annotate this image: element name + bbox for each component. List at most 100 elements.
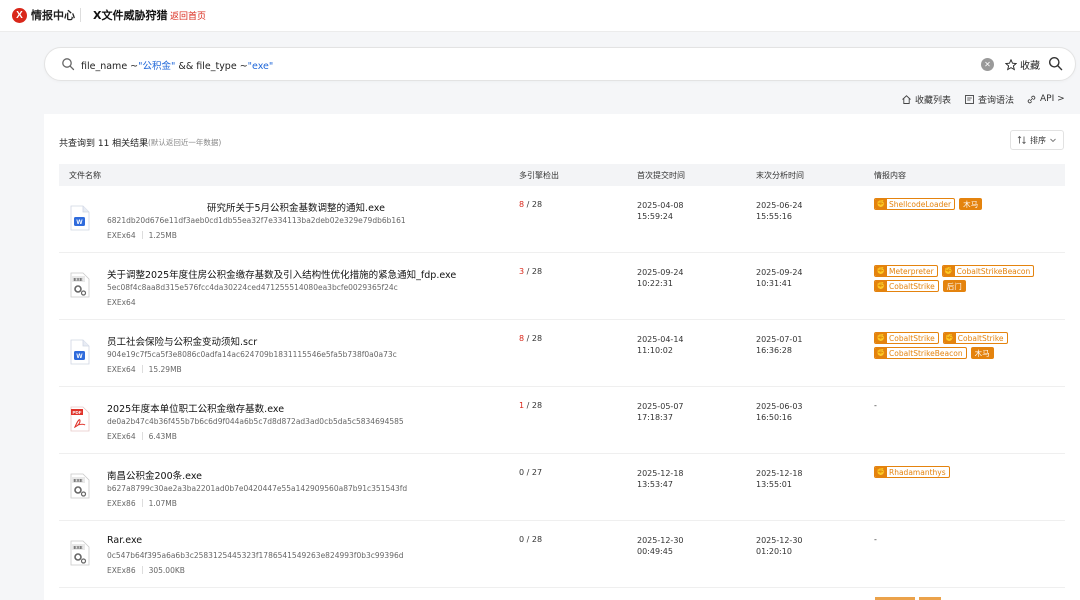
- back-home-link[interactable]: 返回首页: [170, 9, 206, 22]
- svg-text:EXE: EXE: [73, 277, 82, 282]
- exe-file-icon: EXE: [69, 540, 91, 566]
- table-row[interactable]: EXE 关于调整2025年度住房公积金缴存基数及引入结构性优化措施的紧急通知_fd…: [59, 253, 1065, 320]
- file-name[interactable]: 员工社会保险与公积金变动须知.scr: [107, 334, 257, 348]
- search-icon: [62, 58, 75, 71]
- file-hash[interactable]: 0c547b64f395a6a6b3c2583125445323f1786541…: [107, 551, 404, 560]
- intel-tag[interactable]: 后门: [942, 280, 966, 292]
- intel-tag-label: CobaltStrikeBeacon: [889, 348, 963, 358]
- intel-tag[interactable]: 木马: [970, 347, 994, 359]
- file-hash[interactable]: 904e19c7f5ca5f3e8086c0adfa14ac624709b183…: [107, 350, 397, 359]
- intel-tag[interactable]: ✊ CobaltStrike: [874, 332, 939, 344]
- engine-detection: 1 / 28: [519, 401, 542, 410]
- intel-empty: -: [874, 535, 877, 544]
- file-name[interactable]: 南昌公积金200条.exe: [107, 468, 202, 482]
- exe-file-icon: EXE: [69, 473, 91, 499]
- page-title: X文件威胁狩猎: [93, 9, 168, 22]
- favorite-button[interactable]: 收藏: [1005, 57, 1040, 72]
- intel-tag[interactable]: 木马: [959, 198, 983, 210]
- intel-tags: ✊ ShellcodeLoader 木马: [874, 198, 1064, 210]
- engine-hits: 8: [519, 334, 525, 343]
- search-query-text[interactable]: file_name ~"公积金" && file_type ~"exe": [81, 58, 273, 72]
- search-submit-icon[interactable]: [1048, 56, 1063, 71]
- first-submit-clock: 17:18:37: [637, 413, 673, 422]
- intel-tag[interactable]: ✊ CobaltStrike: [942, 332, 1008, 344]
- result-note: (默认返回近一年数据): [148, 138, 222, 147]
- intel-tag[interactable]: ✊ ShellcodeLoader: [874, 198, 956, 210]
- clear-search-icon[interactable]: ✕: [981, 58, 994, 71]
- table-row[interactable]: EXE 南昌公积金200条.exe b627a8799c30ae2a3ba2201a…: [59, 454, 1065, 521]
- query-value: "exe": [247, 61, 274, 72]
- intel-tag-label: ShellcodeLoader: [889, 199, 952, 209]
- file-arch: EXEx86: [107, 499, 136, 508]
- file-meta: EXEx86 305.00KB: [107, 566, 185, 575]
- intel-tag-label: Rhadamanthys: [889, 467, 946, 477]
- file-hash[interactable]: 6821db20d676e11df3aeb0cd1db55ea32f7e3341…: [107, 216, 406, 225]
- last-analysis-date: 2025-12-30: [756, 536, 803, 545]
- api-label: API >: [1040, 94, 1065, 104]
- first-submit-clock: 10:22:31: [637, 279, 673, 288]
- last-analysis-time: 2025-06-24 15:55:16: [756, 200, 803, 222]
- engine-total: / 28: [526, 334, 543, 343]
- file-hash[interactable]: 5ec08f4c8aa8d315e576fcc4da30224ced471255…: [107, 283, 398, 292]
- svg-text:PDF: PDF: [73, 410, 82, 415]
- intel-tag-label: CobaltStrike: [889, 333, 935, 343]
- last-analysis-clock: 13:55:01: [756, 480, 792, 489]
- fist-icon: ✊: [875, 281, 887, 291]
- engine-total: / 28: [526, 200, 543, 209]
- file-hash[interactable]: b627a8799c30ae2a3ba2201ad0b7e0420447e55a…: [107, 484, 407, 493]
- last-analysis-date: 2025-06-24: [756, 201, 803, 210]
- column-last-analysis: 末次分析时间: [756, 171, 804, 180]
- file-hash[interactable]: de0a2b47c4b36f455b7b6c6d9f044a6b5c7d8d87…: [107, 417, 404, 426]
- word-file-icon: W: [69, 205, 91, 231]
- table-row[interactable]: W 研究所关于5月公积金基数调整的通知.exe 6821db20d676e11df3…: [59, 186, 1065, 253]
- intel-tag[interactable]: ✊ Meterpreter: [874, 265, 938, 277]
- intel-tag-label: Meterpreter: [889, 266, 934, 276]
- engine-hits: 8: [519, 200, 525, 209]
- table-row[interactable]: EXE Rar.exe 0c547b64f395a6a6b3c25831254453…: [59, 521, 1065, 588]
- engine-detection: 8 / 28: [519, 200, 542, 209]
- first-submit-time: 2025-04-14 11:10:02: [637, 334, 684, 356]
- svg-text:W: W: [76, 353, 83, 360]
- intel-tag[interactable]: ✊ CobaltStrike: [874, 280, 939, 292]
- search-bar[interactable]: file_name ~"公积金" && file_type ~"exe" ✕ 收…: [44, 47, 1076, 81]
- favorites-list-link[interactable]: 收藏列表: [901, 92, 951, 106]
- engine-detection: 0 / 27: [519, 468, 542, 477]
- first-submit-time: 2025-09-24 10:22:31: [637, 267, 684, 289]
- first-submit-date: 2025-12-30: [637, 536, 684, 545]
- file-size: 6.43MB: [148, 432, 177, 441]
- file-size: 305.00KB: [148, 566, 185, 575]
- exe-file-icon: EXE: [69, 272, 91, 298]
- file-name[interactable]: Rar.exe: [107, 535, 142, 546]
- last-analysis-time: 2025-12-30 01:20:10: [756, 535, 803, 557]
- intel-tag[interactable]: ✊ CobaltStrikeBeacon: [874, 347, 967, 359]
- table-row[interactable]: W 员工社会保险与公积金变动须知.scr 904e19c7f5ca5f3e8086c…: [59, 320, 1065, 387]
- first-submit-clock: 13:53:47: [637, 480, 673, 489]
- sort-dropdown[interactable]: 排序: [1010, 130, 1064, 150]
- last-analysis-time: 2025-06-03 16:50:16: [756, 401, 803, 423]
- brand-logo[interactable]: X 情报中心: [12, 7, 75, 23]
- x-logo-icon: X: [12, 7, 27, 23]
- intel-tag[interactable]: ✊ Rhadamanthys: [874, 466, 950, 478]
- engine-detection: 3 / 28: [519, 267, 542, 276]
- query-syntax-label: 查询语法: [978, 95, 1015, 106]
- intel-tag[interactable]: ✊ CobaltStrikeBeacon: [941, 265, 1035, 277]
- file-name[interactable]: 研究所关于5月公积金基数调整的通知.exe: [207, 200, 385, 214]
- intel-tags: ✊ CobaltStrike ✊ CobaltStrike ✊ CobaltStrikeB…: [874, 332, 1064, 359]
- file-meta: EXEx64 15.29MB: [107, 365, 182, 374]
- last-analysis-clock: 10:31:41: [756, 279, 792, 288]
- engine-hits: 0: [519, 468, 525, 477]
- last-analysis-date: 2025-06-03: [756, 402, 803, 411]
- file-name[interactable]: 关于调整2025年度住房公积金缴存基数及引入结构性优化措施的紧急通知_fdp.e…: [107, 267, 456, 281]
- first-submit-time: 2025-05-07 17:18:37: [637, 401, 684, 423]
- first-submit-date: 2025-05-07: [637, 402, 684, 411]
- engine-hits: 0: [519, 535, 525, 544]
- api-link[interactable]: API >: [1026, 92, 1065, 106]
- fist-icon: ✊: [942, 266, 955, 276]
- last-analysis-clock: 15:55:16: [756, 212, 792, 221]
- query-syntax-link[interactable]: 查询语法: [964, 92, 1014, 106]
- file-name[interactable]: 2025年度本单位职工公积金缴存基数.exe: [107, 401, 284, 415]
- house-icon: [902, 94, 911, 104]
- table-row[interactable]: PDF 2025年度本单位职工公积金缴存基数.exe de0a2b47c4b36f4…: [59, 387, 1065, 454]
- file-size: 15.29MB: [148, 365, 182, 374]
- last-analysis-time: 2025-12-18 13:55:01: [756, 468, 803, 490]
